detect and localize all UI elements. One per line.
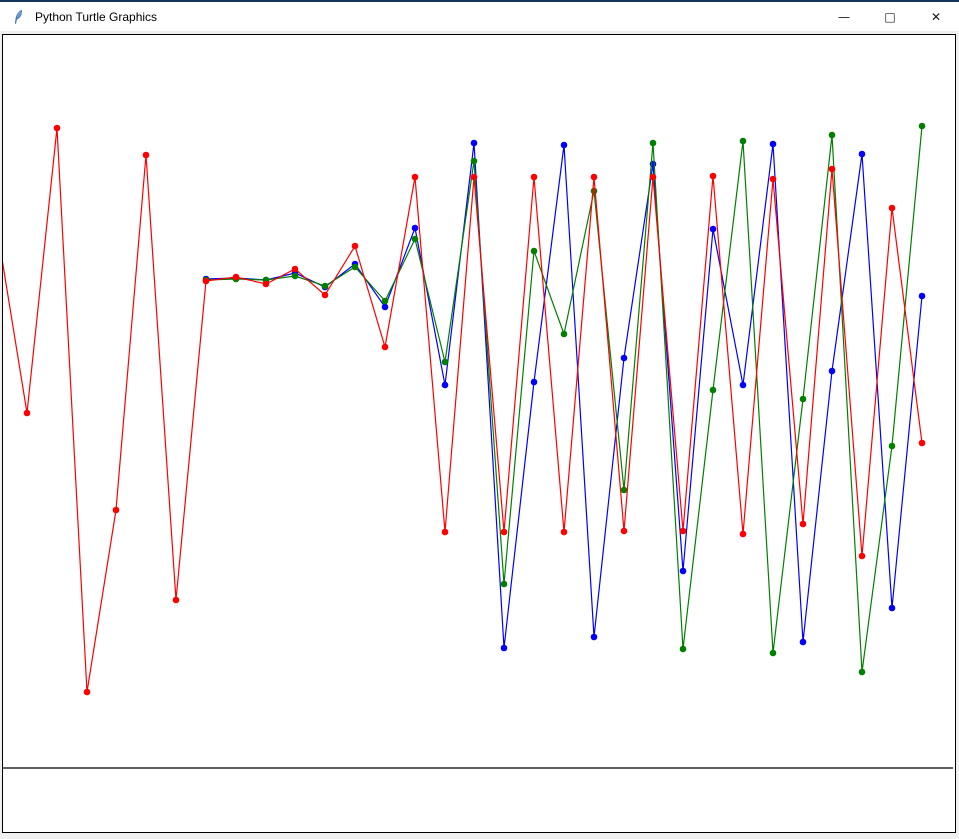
titlebar: Python Turtle Graphics — □ ✕ [0, 2, 959, 31]
blue-data-point-marker [710, 226, 717, 233]
red-data-point-marker [829, 166, 836, 173]
window-title: Python Turtle Graphics [35, 10, 157, 24]
blue-data-point-marker [621, 355, 628, 362]
red-data-point-marker [173, 597, 180, 604]
red-data-point-marker [471, 174, 478, 181]
red-data-point-marker [531, 174, 538, 181]
red-series-line [3, 128, 922, 692]
blue-data-point-marker [471, 140, 478, 147]
maximize-button[interactable]: □ [867, 2, 913, 31]
green-data-point-marker [650, 140, 657, 147]
red-data-point-marker [54, 125, 61, 132]
blue-data-point-marker [859, 151, 866, 158]
minimize-button[interactable]: — [821, 2, 867, 31]
turtle-graphics-window: { "window": { "title": "Python Turtle Gr… [0, 0, 959, 839]
green-data-point-marker [531, 248, 538, 255]
blue-data-point-marker [561, 142, 568, 149]
green-data-point-marker [770, 650, 777, 657]
turtle-canvas[interactable] [2, 34, 956, 833]
green-data-point-marker [889, 443, 896, 450]
green-data-point-marker [471, 158, 478, 165]
green-data-point-marker [829, 132, 836, 139]
blue-data-point-marker [412, 225, 419, 232]
blue-data-point-marker [889, 605, 896, 612]
blue-data-point-marker [382, 304, 389, 311]
blue-data-point-marker [501, 645, 508, 652]
blue-data-point-marker [442, 382, 449, 389]
red-data-point-marker [412, 174, 419, 181]
green-data-point-marker [710, 387, 717, 394]
tk-feather-icon [11, 9, 27, 25]
green-data-point-marker [292, 273, 299, 280]
red-data-point-marker [889, 205, 896, 212]
red-data-point-marker [292, 266, 299, 273]
red-data-point-marker [800, 521, 807, 528]
green-data-point-marker [501, 581, 508, 588]
red-data-point-marker [203, 278, 210, 285]
green-data-point-marker [800, 396, 807, 403]
green-data-point-marker [382, 298, 389, 305]
blue-data-point-marker [531, 379, 538, 386]
red-data-point-marker [740, 531, 747, 538]
red-data-point-marker [680, 528, 687, 535]
red-data-point-marker [233, 274, 240, 281]
green-data-point-marker [919, 123, 926, 130]
green-data-point-marker [442, 359, 449, 366]
blue-data-point-marker [591, 634, 598, 641]
red-data-point-marker [770, 176, 777, 183]
red-data-point-marker [501, 529, 508, 536]
green-data-point-marker [591, 188, 598, 195]
red-data-point-marker [442, 529, 449, 536]
blue-data-point-marker [680, 568, 687, 575]
red-data-point-marker [650, 174, 657, 181]
titlebar-buttons: — □ ✕ [821, 2, 959, 31]
green-series-line [206, 126, 922, 672]
turtle-canvas-svg [3, 35, 955, 832]
green-data-point-marker [740, 138, 747, 145]
red-data-point-marker [263, 281, 270, 288]
green-data-point-marker [680, 646, 687, 653]
green-data-point-marker [621, 487, 628, 494]
green-data-point-marker [561, 331, 568, 338]
blue-series-line [206, 143, 922, 648]
red-data-point-marker [382, 344, 389, 351]
green-data-point-marker [859, 669, 866, 676]
green-data-point-marker [352, 264, 359, 271]
red-data-point-marker [591, 174, 598, 181]
green-data-point-marker [412, 236, 419, 243]
red-data-point-marker [352, 243, 359, 250]
red-data-point-marker [621, 528, 628, 535]
red-data-point-marker [322, 292, 329, 299]
red-data-point-marker [859, 553, 866, 560]
red-data-point-marker [919, 440, 926, 447]
red-data-point-marker [710, 173, 717, 180]
red-data-point-marker [24, 410, 31, 417]
blue-data-point-marker [770, 141, 777, 148]
red-data-point-marker [113, 507, 120, 514]
red-data-point-marker [84, 689, 91, 696]
blue-data-point-marker [919, 293, 926, 300]
green-data-point-marker [322, 283, 329, 290]
blue-data-point-marker [829, 368, 836, 375]
blue-data-point-marker [800, 639, 807, 646]
red-data-point-marker [561, 529, 568, 536]
red-data-point-marker [143, 152, 150, 159]
close-button[interactable]: ✕ [913, 2, 959, 31]
blue-data-point-marker [740, 382, 747, 389]
